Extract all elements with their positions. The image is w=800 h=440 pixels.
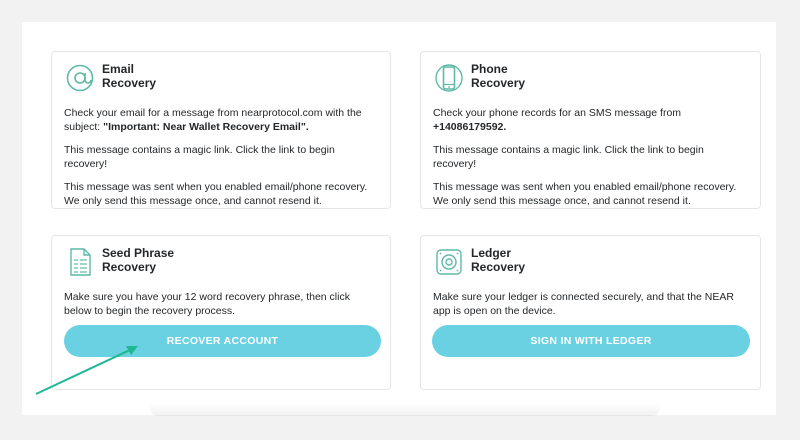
annotation-arrow-icon bbox=[35, 346, 138, 395]
